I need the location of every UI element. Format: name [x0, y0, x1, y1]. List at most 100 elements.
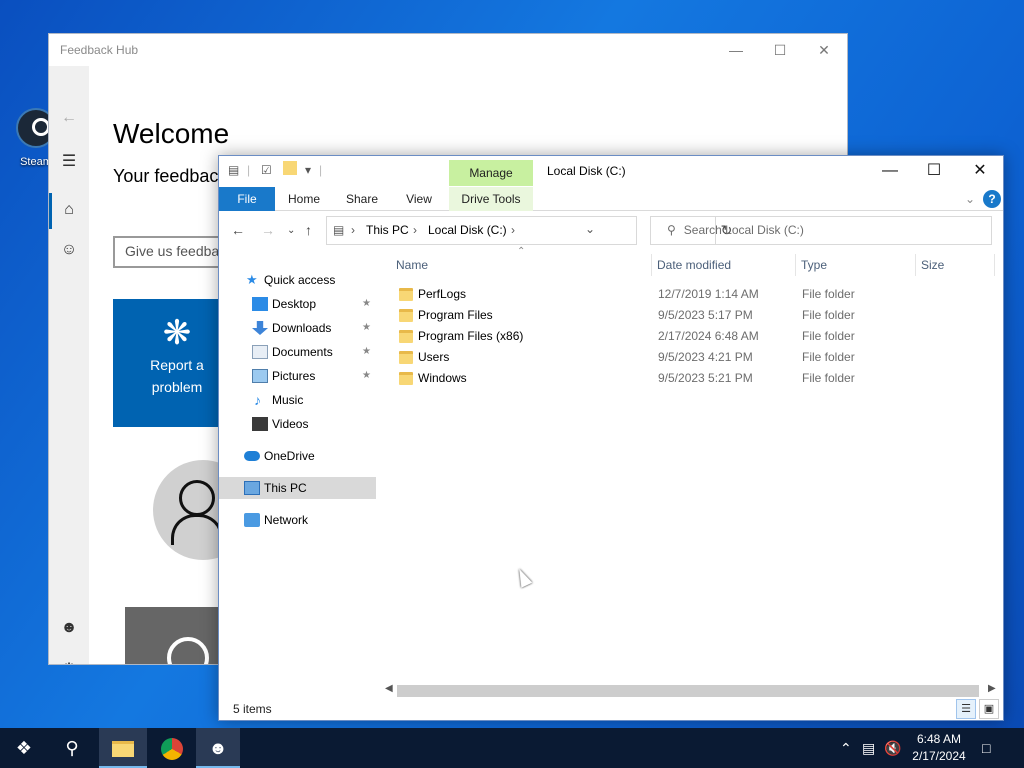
- nav-this-pc[interactable]: This PC: [219, 477, 376, 499]
- chevron-right-icon: ›: [413, 223, 417, 237]
- nav-pictures[interactable]: Pictures ★: [219, 365, 376, 387]
- search-icon[interactable]: ⚲: [48, 728, 96, 768]
- nav-desktop[interactable]: Desktop ★: [219, 293, 376, 315]
- back-arrow-icon[interactable]: ←: [231, 222, 245, 238]
- scroll-right-icon[interactable]: ▶: [988, 683, 996, 694]
- nav-videos[interactable]: Videos: [219, 413, 376, 435]
- breadcrumb-local-disk[interactable]: Local Disk (C:): [428, 223, 507, 237]
- star-icon: ★: [246, 272, 258, 287]
- clock-time: 6:48 AM: [916, 732, 962, 746]
- file-name: Users: [418, 350, 450, 364]
- window-title: Feedback Hub: [60, 43, 139, 57]
- file-row[interactable]: Program Files 9/5/2023 5:17 PM File fold…: [391, 305, 991, 326]
- address-bar[interactable]: ▤ › This PC › Local Disk (C:) › ⌄ ↻: [326, 216, 732, 245]
- address-dropdown-icon[interactable]: ⌄: [585, 222, 595, 236]
- taskbar-feedback-hub[interactable]: ☻: [196, 728, 240, 768]
- account-icon[interactable]: ☻: [49, 608, 89, 648]
- documents-icon: [252, 345, 268, 359]
- column-divider[interactable]: [994, 254, 995, 276]
- hamburger-icon[interactable]: ☰: [49, 142, 89, 182]
- computer-icon: [244, 481, 260, 495]
- column-date-modified[interactable]: Date modified: [657, 254, 731, 276]
- drive-icon[interactable]: ▤: [228, 163, 239, 177]
- pin-icon: ★: [362, 322, 371, 333]
- nav-label: Desktop: [272, 297, 317, 311]
- close-button[interactable]: ✕: [957, 156, 1003, 186]
- column-name[interactable]: Name: [396, 254, 428, 276]
- nav-label: Quick access: [264, 273, 336, 287]
- tab-manage[interactable]: Manage: [449, 160, 533, 186]
- taskbar-chrome[interactable]: [148, 728, 196, 768]
- chevron-right-icon: ›: [351, 223, 355, 237]
- maximize-button[interactable]: ☐: [911, 156, 957, 186]
- desktop-icon: [252, 297, 268, 311]
- ribbon-tabs: File Home Share View Drive Tools ⌄ ?: [219, 187, 1003, 211]
- volume-muted-icon[interactable]: 🔇: [884, 728, 901, 768]
- nav-music[interactable]: ♪ Music: [219, 389, 376, 411]
- maximize-button[interactable]: ☐: [757, 34, 803, 66]
- search-input[interactable]: ⚲ Search Local Disk (C:): [650, 216, 992, 245]
- breadcrumb-this-pc[interactable]: This PC: [366, 223, 409, 237]
- recent-locations-icon[interactable]: ⌄: [287, 225, 295, 236]
- column-type[interactable]: Type: [801, 254, 827, 276]
- up-arrow-icon[interactable]: ↑: [305, 222, 312, 238]
- home-icon[interactable]: ⌂: [49, 190, 89, 230]
- nav-onedrive[interactable]: OneDrive: [219, 445, 376, 467]
- toolbar-divider: |: [319, 163, 323, 177]
- network-icon: [244, 513, 260, 527]
- column-divider[interactable]: [651, 254, 652, 276]
- tab-home[interactable]: Home: [283, 187, 325, 211]
- back-arrow-icon[interactable]: ←: [49, 98, 89, 138]
- ribbon-expand-icon[interactable]: ⌄: [963, 187, 977, 211]
- close-button[interactable]: ✕: [801, 34, 847, 66]
- tab-drive-tools[interactable]: Drive Tools: [449, 187, 533, 211]
- details-view-button[interactable]: ☰: [956, 699, 976, 719]
- sort-ascending-icon: ⌃: [517, 246, 526, 257]
- tab-view[interactable]: View: [399, 187, 439, 211]
- chrome-icon: [161, 738, 183, 761]
- help-icon[interactable]: ?: [983, 190, 1001, 208]
- horizontal-scrollbar[interactable]: ◀ ▶: [385, 683, 997, 697]
- large-icons-view-button[interactable]: ▣: [979, 699, 999, 719]
- pin-icon: ★: [362, 370, 371, 381]
- feedback-hub-titlebar: Feedback Hub — ☐ ✕: [49, 34, 847, 66]
- nav-documents[interactable]: Documents ★: [219, 341, 376, 363]
- file-row[interactable]: Program Files (x86) 2/17/2024 6:48 AM Fi…: [391, 326, 991, 347]
- column-size[interactable]: Size: [921, 254, 944, 276]
- customize-toolbar-icon[interactable]: ▾: [305, 163, 311, 177]
- file-row[interactable]: Users 9/5/2023 4:21 PM File folder: [391, 347, 991, 368]
- start-button[interactable]: ❖: [0, 728, 48, 768]
- folder-icon: [399, 351, 413, 364]
- forward-arrow-icon[interactable]: →: [261, 222, 275, 238]
- tab-share[interactable]: Share: [341, 187, 383, 211]
- scrollbar-thumb[interactable]: [397, 685, 979, 697]
- column-divider[interactable]: [795, 254, 796, 276]
- cloud-icon: [244, 451, 260, 461]
- nav-network[interactable]: Network: [219, 509, 376, 531]
- nav-label: Music: [272, 393, 304, 407]
- file-name: Windows: [418, 371, 467, 385]
- folder-icon: [399, 372, 413, 385]
- nav-quick-access[interactable]: ★ Quick access: [219, 269, 376, 291]
- network-tray-icon[interactable]: ▤: [862, 728, 875, 768]
- file-row[interactable]: PerfLogs 12/7/2019 1:14 AM File folder: [391, 284, 991, 305]
- nav-label: Network: [264, 513, 309, 527]
- taskbar-file-explorer[interactable]: [99, 728, 147, 768]
- gear-icon[interactable]: ⚙: [49, 650, 89, 664]
- tab-file[interactable]: File: [219, 187, 275, 211]
- minimize-button[interactable]: —: [867, 156, 913, 186]
- minimize-button[interactable]: —: [713, 34, 759, 66]
- notifications-icon[interactable]: □: [982, 728, 1002, 768]
- videos-icon: [252, 417, 268, 431]
- column-divider[interactable]: [915, 254, 916, 276]
- pin-icon: ★: [362, 346, 371, 357]
- properties-icon[interactable]: ☑: [261, 163, 272, 177]
- scroll-left-icon[interactable]: ◀: [385, 683, 393, 694]
- system-clock[interactable]: 6:48 AM 2/17/2024: [908, 731, 970, 765]
- nav-downloads[interactable]: Downloads ★: [219, 317, 376, 339]
- feedback-icon[interactable]: ☺: [49, 230, 89, 270]
- chevron-up-icon[interactable]: ⌃: [840, 728, 852, 768]
- file-row[interactable]: Windows 9/5/2023 5:21 PM File folder: [391, 368, 991, 389]
- nav-label: Pictures: [272, 369, 316, 383]
- new-folder-icon[interactable]: [283, 161, 297, 175]
